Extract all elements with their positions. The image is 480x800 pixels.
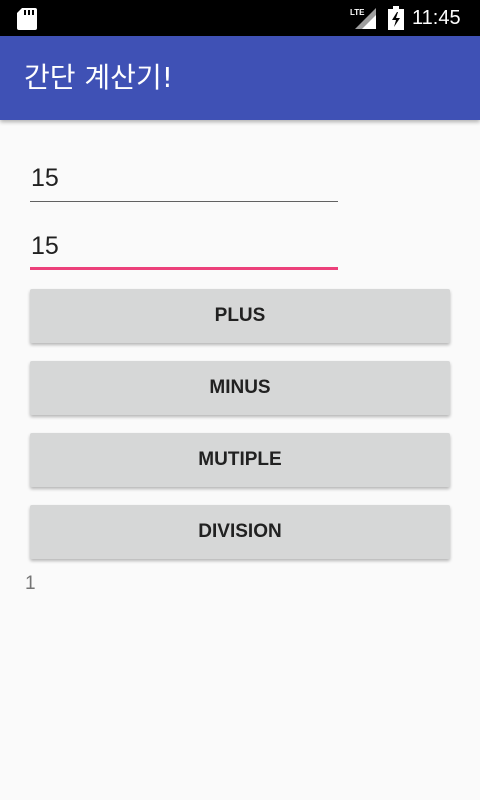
network-label: LTE <box>350 8 365 17</box>
battery-charging-icon <box>388 6 404 30</box>
status-bar: LTE 11:45 <box>0 0 480 36</box>
second-number-input[interactable]: 15 <box>30 226 338 270</box>
app-title: 간단 계산기! <box>24 61 173 94</box>
first-number-input[interactable]: 15 <box>30 158 338 202</box>
app-bar: 간단 계산기! <box>0 36 480 120</box>
sd-card-icon <box>17 8 37 30</box>
result-text: 1 <box>25 573 36 594</box>
minus-button[interactable]: MINUS <box>30 361 450 415</box>
plus-button[interactable]: PLUS <box>30 289 450 343</box>
multiply-button[interactable]: MUTIPLE <box>30 433 450 487</box>
division-button[interactable]: DIVISION <box>30 505 450 559</box>
status-clock: 11:45 <box>412 7 461 29</box>
lte-signal-icon: LTE <box>350 8 376 29</box>
